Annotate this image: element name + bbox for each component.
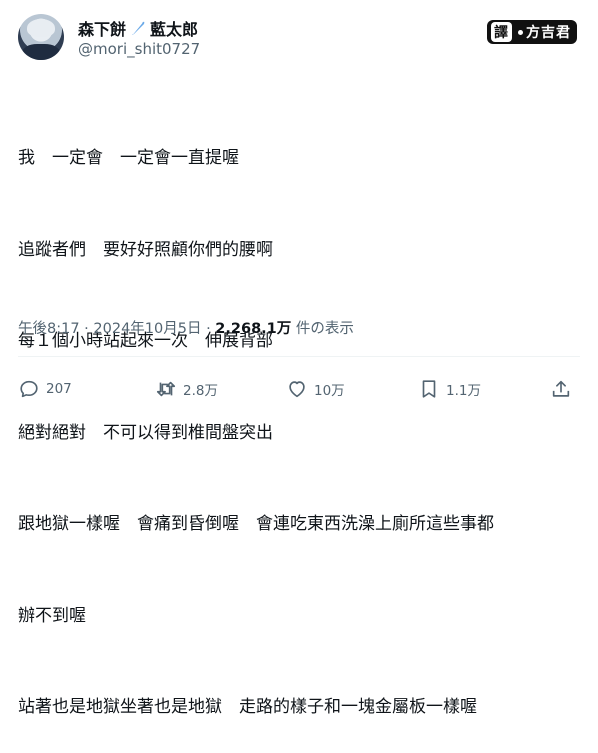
bookmark-button[interactable]: 1.1万 [418,378,481,400]
tweet-meta: 午後8:17 · 2024年10月5日 · 2,268.1万 件の表示 [18,317,354,338]
avatar-body [22,44,60,60]
translator-badge-left: 譯 [491,22,512,42]
reply-icon [20,380,38,398]
tweet-text: 我 一定會 一定會一直提喔 追蹤者們 要好好照顧你們的腰啊 每１個小時站起來一次… [18,82,588,753]
tweet-line: 辦不到喔 [18,605,86,626]
tweet-line: 絕對絕對 不可以得到椎間盤突出 [18,422,273,443]
bookmark-count: 1.1万 [446,383,481,399]
badge-dot [518,29,523,35]
translator-badge: 譯 方吉君 [487,20,577,44]
translator-badge-right: 方吉君 [526,25,571,41]
repost-count: 2.8万 [183,383,218,399]
reply-button[interactable]: 207 [18,378,72,400]
like-count: 10万 [314,383,345,399]
author-name-row[interactable]: 森下餅 藍太郎 [78,16,198,40]
view-count: 2,268.1万 [215,321,292,337]
repost-button[interactable]: 2.8万 [155,378,218,400]
like-button[interactable]: 10万 [286,378,345,400]
avatar[interactable] [18,14,64,60]
view-count-label: 件の表示 [291,321,354,337]
avatar-hair [27,19,55,37]
share-icon [552,380,570,397]
tweet-line: 站著也是地獄坐著也是地獄 走路的樣子和一塊金屬板一樣喔 [18,697,477,717]
tweet-line: 我 一定會 一定會一直提喔 [18,148,239,168]
share-button[interactable] [550,378,572,400]
divider [18,356,580,357]
action-bar: 207 2.8万 10万 1.1万 [18,378,580,402]
tweet-date[interactable]: 2024年10月5日 [93,321,201,337]
user-handle[interactable]: @mori_shit0727 [78,40,200,58]
tweet-line: 追蹤者們 要好好照顧你們的腰啊 [18,239,273,260]
reply-count: 207 [46,381,72,397]
meta-separator: · [79,321,94,337]
tweet-time[interactable]: 午後8:17 [18,321,80,337]
tweet-line: 跟地獄一樣喔 會痛到昏倒喔 會連吃東西洗澡上廁所這些事都 [18,514,494,534]
display-name[interactable]: 森下餅 [78,16,126,40]
repost-icon [156,381,176,397]
bookmark-icon [422,380,436,398]
display-name-suffix[interactable]: 藍太郎 [150,16,198,40]
heart-icon [289,381,305,398]
meta-separator: · [201,321,216,337]
quill-icon [132,21,145,35]
